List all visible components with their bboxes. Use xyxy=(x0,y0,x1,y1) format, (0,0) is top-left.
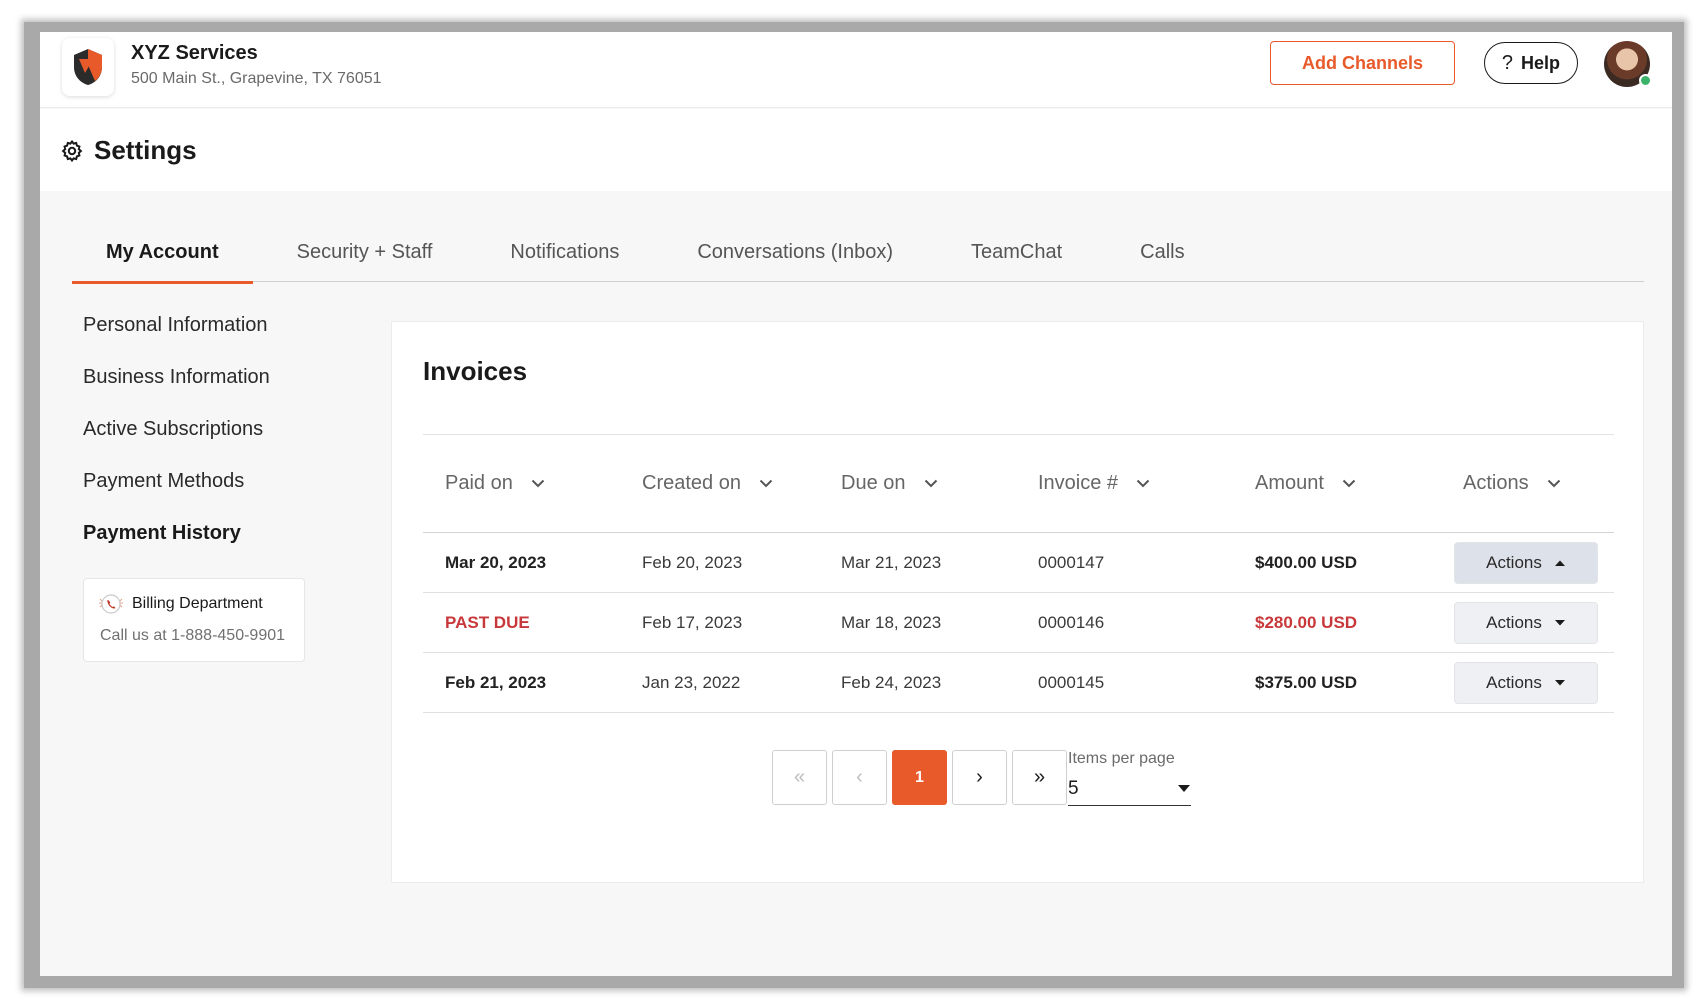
items-per-page-value: 5 xyxy=(1068,777,1079,799)
question-icon: ? xyxy=(1501,51,1514,74)
actions-label: Actions xyxy=(1486,612,1542,632)
help-button[interactable]: ? Help xyxy=(1484,42,1578,84)
row-actions-button[interactable]: Actions xyxy=(1454,661,1598,704)
billing-department: Billing Department xyxy=(98,593,263,615)
business-logo[interactable] xyxy=(62,38,114,96)
page-title-group: Settings xyxy=(60,135,197,166)
caret-down-icon xyxy=(1554,679,1565,685)
tab-conversations-inbox[interactable]: Conversations (Inbox) xyxy=(663,222,927,282)
column-label: Actions xyxy=(1463,472,1529,494)
user-avatar[interactable] xyxy=(1604,41,1652,87)
settings-tabs: My Account Security + Staff Notification… xyxy=(72,222,1644,284)
column-header-actions[interactable]: Actions xyxy=(1441,472,1614,495)
add-channels-button[interactable]: Add Channels xyxy=(1270,41,1455,85)
cell-due-on: Mar 21, 2023 xyxy=(841,552,942,572)
caret-down-icon xyxy=(1178,785,1190,792)
table-row: Mar 20, 2023 Feb 20, 2023 Mar 21, 2023 0… xyxy=(423,533,1614,593)
invoices-title: Invoices xyxy=(423,356,528,386)
chevron-down-icon xyxy=(531,479,545,488)
column-label: Invoice # xyxy=(1038,472,1119,494)
sidenav-item-payment-methods[interactable]: Payment Methods xyxy=(83,468,343,520)
cell-amount: $400.00 USD xyxy=(1255,552,1358,572)
last-page-button[interactable]: » xyxy=(1012,750,1067,805)
column-label: Paid on xyxy=(445,472,513,494)
tab-security-staff[interactable]: Security + Staff xyxy=(263,222,467,282)
column-header-paid-on[interactable]: Paid on xyxy=(423,472,620,495)
tab-my-account[interactable]: My Account xyxy=(72,222,253,284)
account-sidenav: Personal Information Business Informatio… xyxy=(83,312,343,572)
chevron-down-icon xyxy=(759,479,773,488)
gear-icon xyxy=(61,139,83,162)
business-address: 500 Main St., Grapevine, TX 76051 xyxy=(131,70,382,87)
column-label: Created on xyxy=(642,472,741,494)
cell-invoice-number: 0000147 xyxy=(1038,552,1105,572)
sidenav-item-personal-information[interactable]: Personal Information xyxy=(83,312,343,364)
sidenav-item-active-subscriptions[interactable]: Active Subscriptions xyxy=(83,416,343,468)
pagination: « ‹ 1 › » xyxy=(772,750,1067,805)
column-header-due-on[interactable]: Due on xyxy=(819,472,1016,495)
table-row: Feb 21, 2023 Jan 23, 2022 Feb 24, 2023 0… xyxy=(423,653,1614,713)
column-header-invoice-number[interactable]: Invoice # xyxy=(1016,472,1233,495)
billing-phone-text: Call us at 1-888-450-9901 xyxy=(100,627,286,644)
row-actions-button[interactable]: Actions xyxy=(1454,541,1598,584)
caret-down-icon xyxy=(1554,619,1565,625)
column-header-amount[interactable]: Amount xyxy=(1233,472,1441,495)
items-per-page-select[interactable]: 5 xyxy=(1068,772,1191,806)
cell-due-on: Mar 18, 2023 xyxy=(841,612,942,632)
caret-up-icon xyxy=(1554,560,1565,566)
help-label: Help xyxy=(1521,52,1561,73)
chevron-down-icon xyxy=(1342,479,1356,488)
cell-paid-on: Feb 21, 2023 xyxy=(445,672,547,692)
sidenav-item-payment-history[interactable]: Payment History xyxy=(83,520,343,572)
app-window: XYZ Services 500 Main St., Grapevine, TX… xyxy=(40,32,1672,976)
column-label: Due on xyxy=(841,472,906,494)
billing-department-label: Billing Department xyxy=(132,595,263,612)
top-bar: XYZ Services 500 Main St., Grapevine, TX… xyxy=(40,32,1672,108)
billing-contact-card: Billing Department Call us at 1-888-450-… xyxy=(83,578,305,662)
cell-invoice-number: 0000145 xyxy=(1038,672,1105,692)
business-name: XYZ Services xyxy=(131,42,258,64)
previous-page-button[interactable]: ‹ xyxy=(832,750,887,805)
phone-icon xyxy=(99,594,123,614)
column-label: Amount xyxy=(1255,472,1324,494)
sidenav-item-business-information[interactable]: Business Information xyxy=(83,364,343,416)
tab-notifications[interactable]: Notifications xyxy=(476,222,653,282)
page-1-button[interactable]: 1 xyxy=(892,750,947,805)
cell-invoice-number: 0000146 xyxy=(1038,612,1105,632)
cell-due-on: Feb 24, 2023 xyxy=(841,672,942,692)
cell-created-on: Jan 23, 2022 xyxy=(642,672,741,692)
cell-created-on: Feb 17, 2023 xyxy=(642,612,743,632)
cell-amount: $280.00 USD xyxy=(1255,612,1358,632)
column-header-created-on[interactable]: Created on xyxy=(620,472,819,495)
settings-header: Settings xyxy=(40,109,1672,191)
actions-label: Actions xyxy=(1486,672,1542,692)
table-row: PAST DUE Feb 17, 2023 Mar 18, 2023 00001… xyxy=(423,593,1614,653)
tab-calls[interactable]: Calls xyxy=(1106,222,1218,282)
row-actions-button[interactable]: Actions xyxy=(1454,601,1598,644)
cell-amount: $375.00 USD xyxy=(1255,672,1358,692)
actions-label: Actions xyxy=(1486,552,1542,572)
cell-paid-on: Mar 20, 2023 xyxy=(445,552,547,572)
next-page-button[interactable]: › xyxy=(952,750,1007,805)
shield-logo-icon xyxy=(74,49,102,85)
cell-paid-on: PAST DUE xyxy=(445,612,530,632)
invoices-table: Paid on Created on Due on Invoice # Amou… xyxy=(423,434,1614,713)
online-status-indicator xyxy=(1639,74,1652,87)
chevron-down-icon xyxy=(1136,479,1150,488)
first-page-button[interactable]: « xyxy=(772,750,827,805)
invoices-card: Invoices Paid on Created on Due on Invoi… xyxy=(391,321,1644,883)
page-title: Settings xyxy=(94,135,197,165)
chevron-down-icon xyxy=(1547,479,1560,488)
chevron-down-icon xyxy=(924,479,937,488)
tab-teamchat[interactable]: TeamChat xyxy=(937,222,1096,282)
cell-created-on: Feb 20, 2023 xyxy=(642,552,743,572)
items-per-page-label: Items per page xyxy=(1068,750,1175,767)
table-header: Paid on Created on Due on Invoice # Amou… xyxy=(423,435,1614,533)
